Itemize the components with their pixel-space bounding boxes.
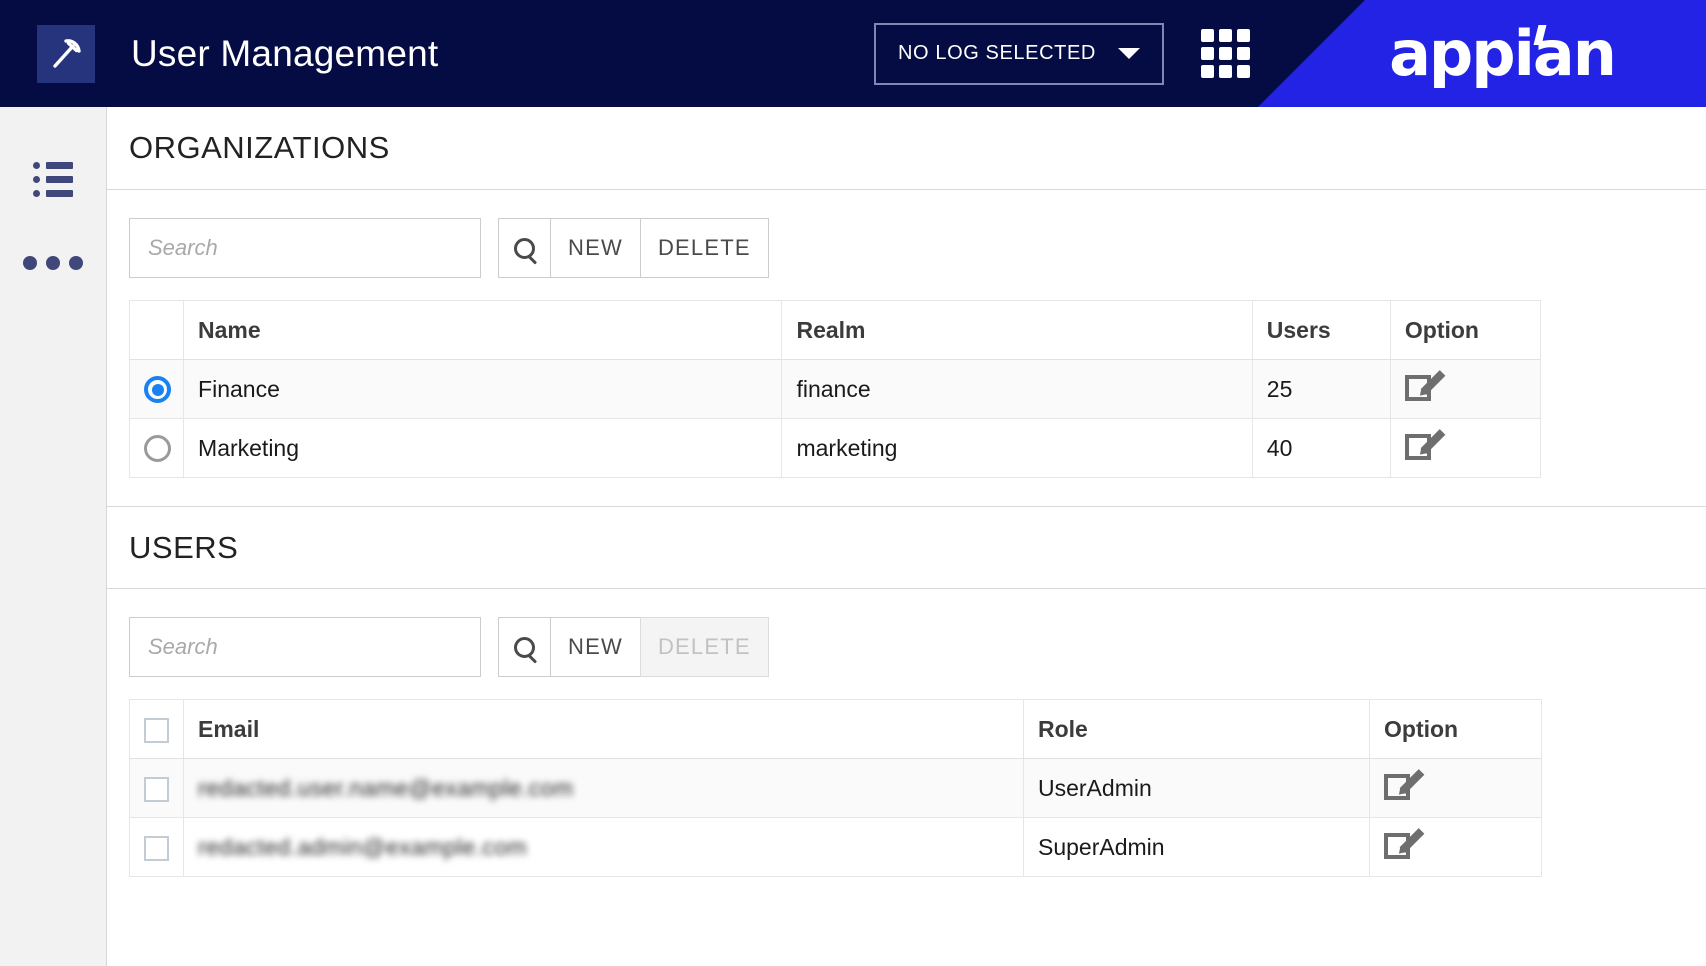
cell-users: 25: [1251, 359, 1391, 419]
cell-option[interactable]: [1369, 758, 1542, 818]
section-divider-gap: [107, 478, 1706, 506]
edit-icon[interactable]: [1384, 828, 1425, 859]
select-all-checkbox[interactable]: [144, 717, 169, 743]
header-actions: NO LOG SELECTED: [874, 0, 1250, 107]
table-row[interactable]: redacted.admin@example.com SuperAdmin: [129, 817, 1542, 877]
organizations-new-button[interactable]: NEW: [550, 218, 641, 278]
organizations-section-header: ORGANIZATIONS: [107, 107, 1706, 190]
log-selector-label: NO LOG SELECTED: [898, 42, 1096, 64]
cell-name: Finance: [183, 359, 783, 419]
cell-email: redacted.admin@example.com: [183, 817, 1024, 877]
cell-role: SuperAdmin: [1023, 817, 1370, 877]
cell-email: redacted.user.name@example.com: [183, 758, 1024, 818]
users-action-buttons: NEW DELETE: [498, 617, 769, 677]
row-select-cell[interactable]: [128, 359, 185, 419]
edit-icon[interactable]: [1404, 429, 1446, 460]
radio-button[interactable]: [144, 435, 171, 463]
users-title: USERS: [129, 529, 239, 565]
cell-name: Marketing: [183, 418, 783, 478]
row-select-cell[interactable]: [129, 758, 184, 818]
table-row[interactable]: redacted.user.name@example.com UserAdmin: [129, 758, 1542, 818]
sidebar-item-list-view[interactable]: [0, 137, 106, 221]
users-section-header: USERS: [107, 506, 1706, 589]
column-header-realm: Realm: [781, 300, 1253, 360]
row-select-cell[interactable]: [129, 817, 184, 877]
row-checkbox[interactable]: [144, 835, 169, 861]
users-search-input[interactable]: [129, 617, 481, 677]
redacted-email: redacted.user.name@example.com: [198, 774, 574, 801]
cell-realm: finance: [781, 359, 1253, 419]
sidebar-item-more-options[interactable]: [0, 221, 106, 305]
organizations-table: Name Realm Users Option Finance finance …: [128, 300, 1542, 478]
users-toolbar: NEW DELETE: [107, 589, 1706, 699]
table-row[interactable]: Marketing marketing 40: [128, 418, 1542, 478]
users-search-button[interactable]: [498, 617, 551, 677]
users-table-wrap: Email Role Option redacted.user.name@exa…: [107, 699, 1706, 877]
app-header: User Management NO LOG SELECTED appian: [0, 0, 1706, 107]
ellipsis-icon: [23, 256, 83, 270]
cell-option[interactable]: [1389, 359, 1542, 419]
radio-button-selected[interactable]: [144, 376, 171, 404]
cell-option[interactable]: [1389, 418, 1542, 478]
table-header-row: Name Realm Users Option: [128, 300, 1542, 360]
column-header-option: Option: [1369, 699, 1542, 759]
page-title: User Management: [131, 32, 439, 74]
side-navigation: [0, 107, 107, 966]
redacted-email: redacted.admin@example.com: [198, 833, 528, 860]
column-header-users: Users: [1251, 300, 1391, 360]
log-selector-dropdown[interactable]: NO LOG SELECTED: [874, 22, 1164, 85]
search-icon: [514, 636, 535, 658]
column-header-name: Name: [183, 300, 783, 360]
main-content: ORGANIZATIONS NEW DELETE Name Realm: [107, 107, 1706, 966]
cell-realm: marketing: [781, 418, 1253, 478]
chevron-down-icon: [1117, 48, 1140, 59]
list-icon: [33, 161, 73, 197]
cell-users: 40: [1251, 418, 1391, 478]
row-checkbox[interactable]: [144, 776, 169, 802]
organizations-table-wrap: Name Realm Users Option Finance finance …: [107, 300, 1706, 478]
organizations-search-button[interactable]: [498, 218, 551, 278]
appian-logo: appian: [1349, 22, 1617, 85]
cell-role: UserAdmin: [1023, 758, 1370, 818]
table-header-row: Email Role Option: [129, 699, 1542, 759]
organizations-delete-button[interactable]: DELETE: [639, 218, 769, 278]
pickaxe-icon: [37, 24, 95, 83]
column-header-option: Option: [1389, 300, 1542, 360]
edit-icon[interactable]: [1404, 370, 1446, 401]
select-column-header: [128, 300, 185, 360]
users-new-button[interactable]: NEW: [550, 617, 641, 677]
column-header-role: Role: [1023, 699, 1370, 759]
appian-brand-panel: appian: [1258, 0, 1706, 107]
page-body: ORGANIZATIONS NEW DELETE Name Realm: [0, 107, 1706, 966]
users-delete-button: DELETE: [639, 617, 769, 677]
row-select-cell[interactable]: [128, 418, 185, 478]
cell-option[interactable]: [1369, 817, 1542, 877]
organizations-search-input[interactable]: [129, 218, 481, 278]
column-header-email: Email: [183, 699, 1024, 759]
edit-icon[interactable]: [1384, 769, 1425, 800]
table-row[interactable]: Finance finance 25: [128, 359, 1542, 419]
organizations-action-buttons: NEW DELETE: [498, 218, 769, 278]
search-icon: [514, 237, 535, 259]
app-launcher-icon[interactable]: [1200, 29, 1250, 78]
organizations-title: ORGANIZATIONS: [129, 130, 390, 165]
organizations-toolbar: NEW DELETE: [107, 190, 1706, 300]
select-all-column-header[interactable]: [129, 699, 184, 759]
users-table: Email Role Option redacted.user.name@exa…: [129, 699, 1542, 877]
